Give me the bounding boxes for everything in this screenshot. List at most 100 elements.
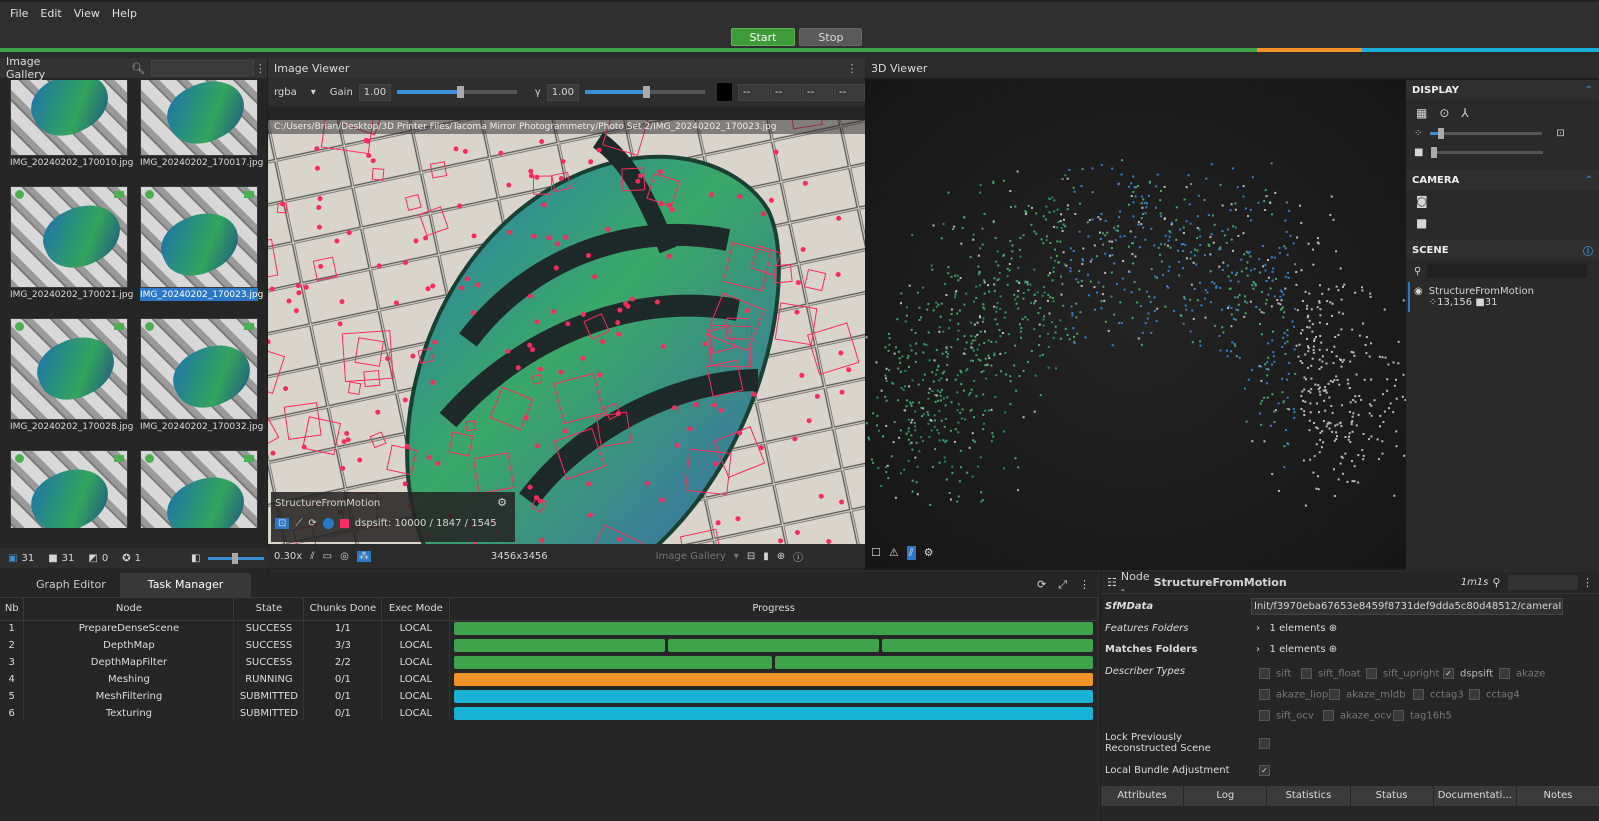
gain-field[interactable]: 1.00: [358, 83, 392, 101]
scene-section-header[interactable]: SCENE ⓘ: [1406, 240, 1599, 260]
task-row[interactable]: 3 DepthMapFilter SUCCESS 2/2 LOCAL: [0, 654, 1098, 671]
camera-snapshot-icon[interactable]: ◙: [1406, 190, 1599, 212]
task-menu-icon[interactable]: ⋮: [1079, 578, 1090, 592]
features-toggle-icon[interactable]: ⊡: [275, 518, 290, 529]
settings-icon[interactable]: ⚙: [924, 546, 934, 560]
lock-scene-checkbox[interactable]: [1259, 738, 1270, 749]
feature-color-swatch[interactable]: [339, 519, 349, 528]
describer-option[interactable]: sift_upright: [1366, 668, 1439, 680]
warning-icon[interactable]: ⚠: [889, 546, 899, 560]
describer-checkbox[interactable]: [1301, 668, 1312, 679]
describer-option[interactable]: akaze_liop: [1259, 689, 1328, 701]
menu-view[interactable]: View: [68, 7, 106, 20]
bundle-adjustment-checkbox[interactable]: ✓: [1259, 765, 1270, 776]
viewport-3d[interactable]: ☐ ⚠ ⫽ ⚙: [865, 80, 1406, 568]
chevron-down-icon[interactable]: ▾: [311, 87, 316, 98]
task-row[interactable]: 1 PrepareDenseScene SUCCESS 1/1 LOCAL: [0, 620, 1098, 637]
task-row[interactable]: 2 DepthMap SUCCESS 3/3 LOCAL: [0, 637, 1098, 654]
grid-icon[interactable]: ⫽: [906, 546, 916, 560]
expand-icon[interactable]: ⤢: [1058, 578, 1067, 592]
describer-option[interactable]: ✓ dspsift: [1443, 668, 1493, 680]
info-icon[interactable]: ⓘ: [793, 549, 803, 564]
origin-icon[interactable]: ⅄: [1461, 106, 1468, 120]
tab-log[interactable]: Log: [1184, 786, 1268, 806]
add-icon[interactable]: ⊕: [1329, 623, 1337, 634]
gear-icon[interactable]: ⚙: [497, 496, 507, 509]
sfmdata-field[interactable]: Init/f3970eba67653e8459f8731def9dda5c80d…: [1251, 598, 1563, 615]
describer-option[interactable]: cctag3: [1413, 689, 1464, 701]
gamma-field[interactable]: 1.00: [546, 83, 579, 101]
info-icon[interactable]: ⓘ: [1583, 243, 1593, 258]
describer-option[interactable]: akaze: [1499, 668, 1545, 680]
describer-checkbox[interactable]: [1259, 710, 1270, 721]
attribute-menu-icon[interactable]: ⋮: [1582, 576, 1593, 589]
tab-statistics[interactable]: Statistics: [1267, 786, 1351, 806]
describer-checkbox[interactable]: [1329, 689, 1340, 700]
describer-checkbox[interactable]: [1499, 668, 1510, 679]
start-button[interactable]: Start: [730, 27, 796, 46]
task-row[interactable]: 4 Meshing RUNNING 0/1 LOCAL: [0, 671, 1098, 688]
describer-checkbox[interactable]: [1469, 689, 1480, 700]
tab-status[interactable]: Status: [1350, 786, 1434, 806]
menu-file[interactable]: File: [4, 7, 34, 20]
describer-checkbox[interactable]: [1259, 689, 1270, 700]
matches-folders-value[interactable]: › 1 elements ⊕: [1256, 644, 1337, 655]
tab-attributes[interactable]: Attributes: [1101, 786, 1185, 806]
gallery-thumbnail[interactable]: IMG_20240202_170017.jpg: [140, 80, 263, 169]
describer-option[interactable]: sift_ocv: [1259, 710, 1314, 722]
distortion-icon[interactable]: ◎: [340, 551, 349, 562]
bbox-icon[interactable]: ☐: [871, 546, 881, 560]
scene-search-input[interactable]: [1427, 264, 1588, 278]
add-icon[interactable]: ⊕: [1329, 644, 1337, 655]
task-row[interactable]: 6 Texturing SUBMITTED 0/1 LOCAL: [0, 705, 1098, 722]
video-camera-icon[interactable]: ■: [1406, 212, 1599, 234]
grid-toggle-icon[interactable]: ▦: [1416, 106, 1427, 120]
describer-checkbox[interactable]: [1259, 668, 1270, 679]
describer-option[interactable]: akaze_ocv: [1323, 710, 1392, 722]
refresh-icon[interactable]: ⟳: [1037, 578, 1046, 592]
image-canvas[interactable]: [268, 120, 865, 554]
thumbnail-size-slider[interactable]: [208, 552, 265, 564]
camera-section-header[interactable]: CAMERA ⌃: [1406, 170, 1599, 190]
gallery-thumbnail[interactable]: IMG_20240202_170032.jpg: [140, 318, 263, 433]
display-section-header[interactable]: DISPLAY ⌃: [1406, 80, 1599, 100]
frame-icon[interactable]: ▭: [323, 551, 332, 562]
tab-task-manager[interactable]: Task Manager: [119, 573, 252, 597]
gallery-thumbnail[interactable]: IMG_20240202_170021.jpg: [10, 186, 133, 301]
metadata-icon[interactable]: ⊟: [747, 551, 755, 562]
describer-option[interactable]: sift_float: [1301, 668, 1361, 680]
describer-checkbox[interactable]: [1323, 710, 1334, 721]
gain-slider[interactable]: [397, 86, 517, 98]
describer-option[interactable]: cctag4: [1469, 689, 1520, 701]
scene-item-sfm[interactable]: ◉ StructureFromMotion ⁘13,156 ■31: [1408, 282, 1599, 312]
describer-checkbox[interactable]: ✓: [1443, 668, 1454, 679]
tab-notes[interactable]: Notes: [1516, 786, 1599, 806]
landmarks-icon[interactable]: [322, 518, 334, 529]
describer-option[interactable]: tag16h5: [1393, 710, 1452, 722]
gallery-thumbnail[interactable]: IMG_20240202_170010.jpg: [10, 80, 133, 169]
describer-checkbox[interactable]: [1393, 710, 1404, 721]
features-folders-value[interactable]: › 1 elements ⊕: [1256, 623, 1337, 634]
features-icon[interactable]: ⁂: [356, 550, 371, 562]
chevron-up-icon[interactable]: ⌃: [1585, 175, 1593, 186]
gallery-search-input[interactable]: [151, 60, 254, 76]
channel-select[interactable]: rgba: [274, 87, 297, 98]
describer-checkbox[interactable]: [1413, 689, 1424, 700]
point-size-slider[interactable]: [1430, 128, 1543, 139]
gallery-thumbnail[interactable]: [140, 450, 258, 528]
describer-checkbox[interactable]: [1366, 668, 1377, 679]
describer-option[interactable]: akaze_mldb: [1329, 689, 1406, 701]
source-select[interactable]: Image Gallery: [656, 551, 726, 562]
camera-scale-slider[interactable]: [1431, 147, 1544, 158]
globe-icon[interactable]: ⊕: [777, 551, 785, 562]
gallery-menu-icon[interactable]: ⋮: [254, 62, 267, 75]
describer-option[interactable]: sift: [1259, 668, 1291, 680]
hdr-icon[interactable]: ⫽: [310, 551, 314, 562]
gallery-thumbnail[interactable]: [10, 450, 128, 528]
menu-help[interactable]: Help: [106, 7, 143, 20]
task-row[interactable]: 5 MeshFiltering SUBMITTED 0/1 LOCAL: [0, 688, 1098, 705]
chevron-down-icon[interactable]: ▾: [734, 551, 739, 562]
menu-edit[interactable]: Edit: [34, 7, 67, 20]
locator-icon[interactable]: ⊙: [1439, 106, 1449, 120]
stop-button[interactable]: Stop: [799, 27, 863, 46]
